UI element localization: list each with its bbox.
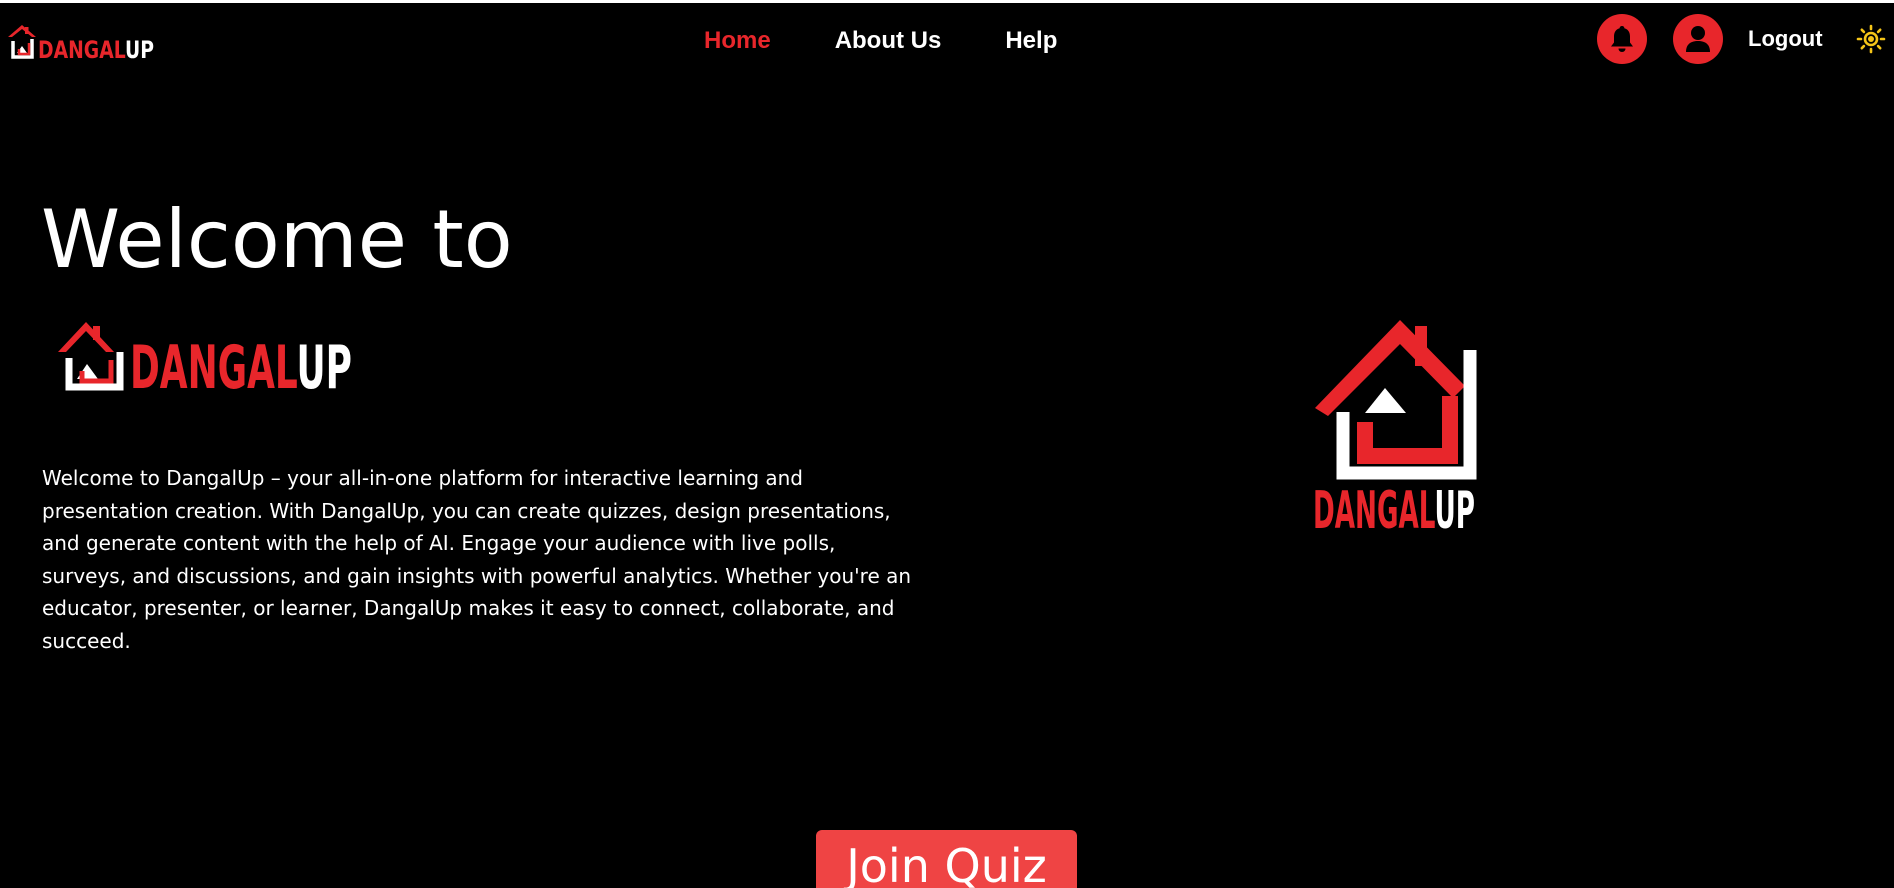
brand-logo-large-text: DANGALUP <box>1313 481 1475 540</box>
page: DANGALUP Home About Us Help Logout <box>0 0 1894 888</box>
navbar: DANGALUP Home About Us Help Logout <box>0 3 1894 73</box>
hero-logo-text: DANGALUP <box>130 333 352 394</box>
user-icon <box>1686 26 1710 52</box>
bell-icon <box>1611 26 1633 52</box>
navbar-logo-text: DANGALUP <box>38 36 154 63</box>
hero-logo: DANGALUP <box>58 322 352 394</box>
join-quiz-button[interactable]: Join Quiz <box>816 830 1077 888</box>
notifications-button[interactable] <box>1597 14 1647 64</box>
navbar-actions: Logout <box>1574 12 1894 64</box>
brand-logo-large: DANGALUP <box>1313 320 1477 540</box>
hero-description: Welcome to DangalUp – your all-in-one pl… <box>42 466 912 653</box>
theme-toggle-button[interactable] <box>1856 24 1886 54</box>
navbar-logo[interactable]: DANGALUP <box>8 19 156 63</box>
logout-link[interactable]: Logout <box>1748 26 1823 52</box>
profile-button[interactable] <box>1673 14 1723 64</box>
hero-title: Welcome to <box>41 193 513 286</box>
main-nav: Home About Us Help <box>704 23 1057 59</box>
nav-link-about-us[interactable]: About Us <box>835 27 942 55</box>
sun-icon <box>1856 24 1886 54</box>
nav-link-home[interactable]: Home <box>704 27 771 55</box>
nav-link-help[interactable]: Help <box>1005 27 1057 55</box>
